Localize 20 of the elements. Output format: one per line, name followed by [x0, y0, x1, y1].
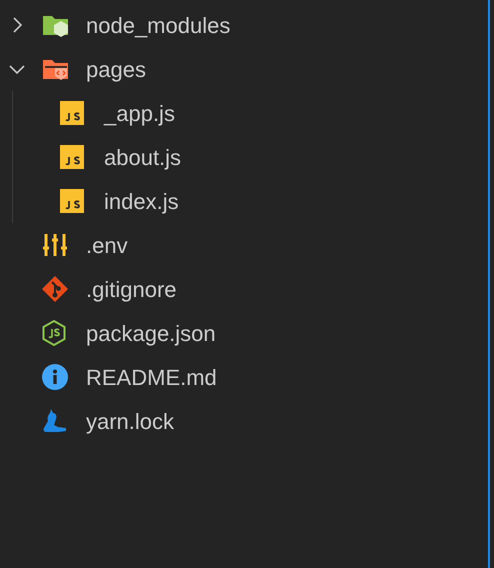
- file-name[interactable]: .gitignore: [86, 272, 177, 306]
- info-icon: [42, 364, 68, 390]
- sliders-icon: [42, 233, 68, 257]
- file-name[interactable]: _app.js: [104, 96, 175, 130]
- folder-icon: [42, 13, 70, 37]
- git-icon: [42, 276, 68, 302]
- nodejs-icon: [42, 320, 66, 346]
- js-file-icon: [60, 145, 84, 169]
- file-name[interactable]: yarn.lock: [86, 404, 174, 438]
- js-file-icon: [60, 189, 84, 213]
- file-name[interactable]: .env: [86, 228, 128, 262]
- js-file-icon: [60, 101, 84, 125]
- folder-name[interactable]: node_modules: [86, 8, 230, 42]
- cat-icon: [42, 408, 68, 434]
- file-name[interactable]: README.md: [86, 360, 217, 394]
- file-name[interactable]: about.js: [104, 140, 182, 174]
- folder-name[interactable]: pages: [86, 52, 146, 86]
- file-name[interactable]: package.json: [86, 316, 216, 350]
- folder-icon: [42, 57, 70, 81]
- file-name[interactable]: index.js: [104, 184, 179, 218]
